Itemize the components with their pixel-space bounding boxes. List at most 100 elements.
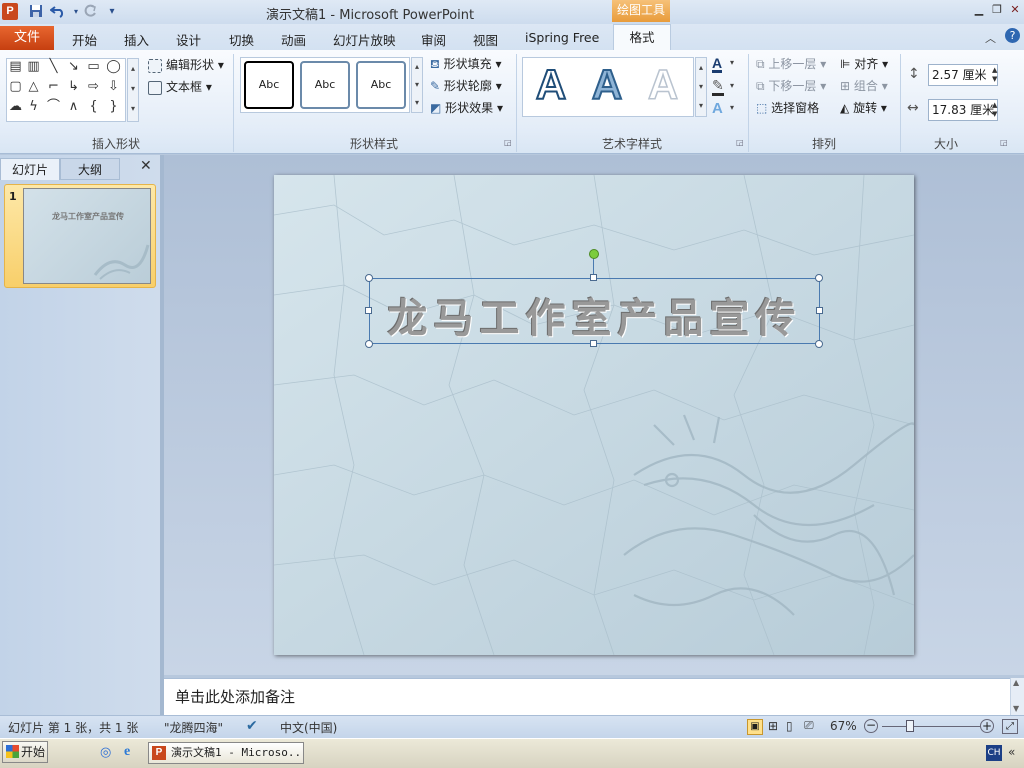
shape-outline-button[interactable]: ✎ 形状轮廓 ▾ xyxy=(430,77,502,95)
resize-handle-w[interactable] xyxy=(365,307,372,314)
edit-shape-button[interactable]: 编辑形状 ▾ xyxy=(148,56,224,74)
tab-animations[interactable]: 动画 xyxy=(281,30,306,49)
width-spinner-icon[interactable]: ▲ ▼ xyxy=(992,101,997,119)
show-desktop-icon[interactable]: ◎ xyxy=(100,745,116,761)
tray-expand-icon[interactable]: « xyxy=(1008,745,1015,759)
arc-shape-icon[interactable]: ⌒ xyxy=(45,99,62,115)
scroll-up-icon[interactable]: ▲ xyxy=(1013,678,1019,687)
slide-thumbnail[interactable]: 龙马工作室产品宣传 xyxy=(23,188,151,284)
line-shape-icon[interactable]: ╲ xyxy=(45,59,62,75)
height-spinner-icon[interactable]: ▲ ▼ xyxy=(992,66,997,84)
lightning-shape-icon[interactable]: ϟ xyxy=(25,99,42,115)
tab-outline[interactable]: 大纲 xyxy=(60,158,120,180)
slide-canvas[interactable] xyxy=(274,175,914,655)
zoom-slider-track[interactable] xyxy=(882,726,980,727)
normal-view-icon[interactable]: ▣ xyxy=(747,719,763,735)
resize-handle-ne[interactable] xyxy=(815,274,823,282)
right-arrow-shape-icon[interactable]: ⇨ xyxy=(85,79,102,95)
text-fill-dropdown-icon[interactable]: ▾ xyxy=(730,58,734,67)
zoom-out-icon[interactable]: − xyxy=(864,719,878,733)
resize-handle-n[interactable] xyxy=(590,274,597,281)
scroll-down-icon[interactable]: ▼ xyxy=(1013,704,1019,713)
shape-styles-scroll[interactable]: ▴ ▾ ▾ xyxy=(411,57,423,113)
tab-file[interactable]: 文件 xyxy=(0,26,54,50)
text-effects-dropdown-icon[interactable]: ▾ xyxy=(730,103,734,112)
taskbar-powerpoint-window[interactable]: P 演示文稿1 - Microso... xyxy=(148,742,304,764)
theme-name-status[interactable]: "龙腾四海" xyxy=(164,719,223,736)
align-button[interactable]: ⊫ 对齐 ▾ xyxy=(840,55,888,73)
slide-sorter-view-icon[interactable]: ⊞ xyxy=(768,719,778,733)
down-arrow-shape-icon[interactable]: ⇩ xyxy=(105,79,122,95)
language-status[interactable]: 中文(中国) xyxy=(280,719,337,736)
redo-icon[interactable] xyxy=(82,4,98,20)
wordart-style-1[interactable]: A xyxy=(526,58,576,112)
bring-forward-button[interactable]: ⧉ 上移一层 ▾ xyxy=(756,55,826,73)
close-pane-icon[interactable]: ✕ xyxy=(140,158,152,174)
text-fill-icon[interactable]: A xyxy=(712,56,723,73)
arrow-line-shape-icon[interactable]: ↘ xyxy=(65,59,82,75)
tab-format[interactable]: 格式 xyxy=(613,24,671,51)
rectangle-shape-icon[interactable]: ▭ xyxy=(85,59,102,75)
shape-height-input[interactable]: 2.57 厘米 xyxy=(928,64,998,86)
wordart-style-3[interactable]: A xyxy=(638,58,688,112)
tab-view[interactable]: 视图 xyxy=(473,30,498,49)
wordart-launcher-icon[interactable]: ◲ xyxy=(736,138,745,147)
tab-home[interactable]: 开始 xyxy=(72,30,97,49)
customize-qat-icon[interactable]: ▾ xyxy=(104,4,120,20)
resize-handle-sw[interactable] xyxy=(365,340,373,348)
powerpoint-app-icon[interactable]: P xyxy=(2,3,18,20)
tab-slideshow[interactable]: 幻灯片放映 xyxy=(333,30,396,49)
text-effects-icon[interactable]: A xyxy=(712,100,723,117)
shape-width-input[interactable]: 17.83 厘米 xyxy=(928,99,998,121)
shape-styles-launcher-icon[interactable]: ◲ xyxy=(504,138,513,147)
triangle-shape-icon[interactable]: △ xyxy=(25,79,42,95)
oval-shape-icon[interactable]: ◯ xyxy=(105,59,122,75)
rounded-rect-shape-icon[interactable]: ▢ xyxy=(7,79,24,95)
zoom-level[interactable]: 67% xyxy=(830,719,857,733)
textbox-shape-icon[interactable]: ▤ xyxy=(7,59,24,75)
notes-scrollbar[interactable]: ▲ ▼ xyxy=(1010,678,1024,716)
spell-check-icon[interactable]: ✔ xyxy=(246,718,258,734)
slideshow-view-icon[interactable]: ⎚ xyxy=(804,718,814,733)
ime-indicator[interactable]: CH xyxy=(986,745,1002,761)
tab-transitions[interactable]: 切换 xyxy=(229,30,254,49)
tab-ispring[interactable]: iSpring Free xyxy=(525,30,599,45)
notes-pane[interactable]: 单击此处添加备注 xyxy=(164,678,1010,716)
freeform-shape-icon[interactable]: ∧ xyxy=(65,99,82,115)
help-icon[interactable]: ? xyxy=(1005,28,1020,43)
tab-design[interactable]: 设计 xyxy=(176,30,201,49)
rotate-button[interactable]: ◭ 旋转 ▾ xyxy=(840,99,887,117)
resize-handle-e[interactable] xyxy=(816,307,823,314)
tab-review[interactable]: 审阅 xyxy=(421,30,446,49)
right-brace-shape-icon[interactable]: } xyxy=(105,99,122,115)
send-backward-button[interactable]: ⧉ 下移一层 ▾ xyxy=(756,77,826,95)
text-box-button[interactable]: 文本框 ▾ xyxy=(148,78,212,96)
selection-pane-button[interactable]: ⬚ 选择窗格 xyxy=(756,99,819,117)
group-button[interactable]: ⊞ 组合 ▾ xyxy=(840,77,888,95)
size-launcher-icon[interactable]: ◲ xyxy=(1000,138,1009,147)
rotation-handle[interactable] xyxy=(589,249,599,259)
internet-explorer-icon[interactable]: e xyxy=(124,744,140,760)
undo-icon[interactable] xyxy=(49,4,66,20)
shape-style-1[interactable]: Abc xyxy=(244,61,294,109)
fit-to-window-icon[interactable]: ⤢ xyxy=(1002,719,1018,734)
shape-effects-button[interactable]: ◩ 形状效果 ▾ xyxy=(430,99,503,117)
shapes-gallery-scroll[interactable]: ▴ ▾ ▾ xyxy=(127,58,139,122)
close-icon[interactable]: ✕ xyxy=(1008,3,1022,17)
text-outline-dropdown-icon[interactable]: ▾ xyxy=(730,81,734,90)
shape-style-2[interactable]: Abc xyxy=(300,61,350,109)
notes-placeholder[interactable]: 单击此处添加备注 xyxy=(175,686,295,707)
resize-handle-s[interactable] xyxy=(590,340,597,347)
vertical-textbox-shape-icon[interactable]: ▥ xyxy=(25,59,42,75)
elbow-connector-shape-icon[interactable]: ⌐ xyxy=(45,79,62,95)
tab-slides[interactable]: 幻灯片 xyxy=(0,158,60,180)
zoom-in-icon[interactable]: + xyxy=(980,719,994,733)
minimize-icon[interactable]: ▁ xyxy=(972,3,986,17)
text-outline-icon[interactable]: ✎ xyxy=(712,79,724,96)
slide-title-text[interactable]: 龙马工作室产品宣传 xyxy=(369,286,820,344)
zoom-slider-thumb[interactable] xyxy=(906,720,914,732)
cloud-shape-icon[interactable]: ☁ xyxy=(7,99,24,115)
elbow-arrow-shape-icon[interactable]: ↳ xyxy=(65,79,82,95)
reading-view-icon[interactable]: ▯ xyxy=(786,719,793,733)
save-icon[interactable] xyxy=(28,4,44,20)
